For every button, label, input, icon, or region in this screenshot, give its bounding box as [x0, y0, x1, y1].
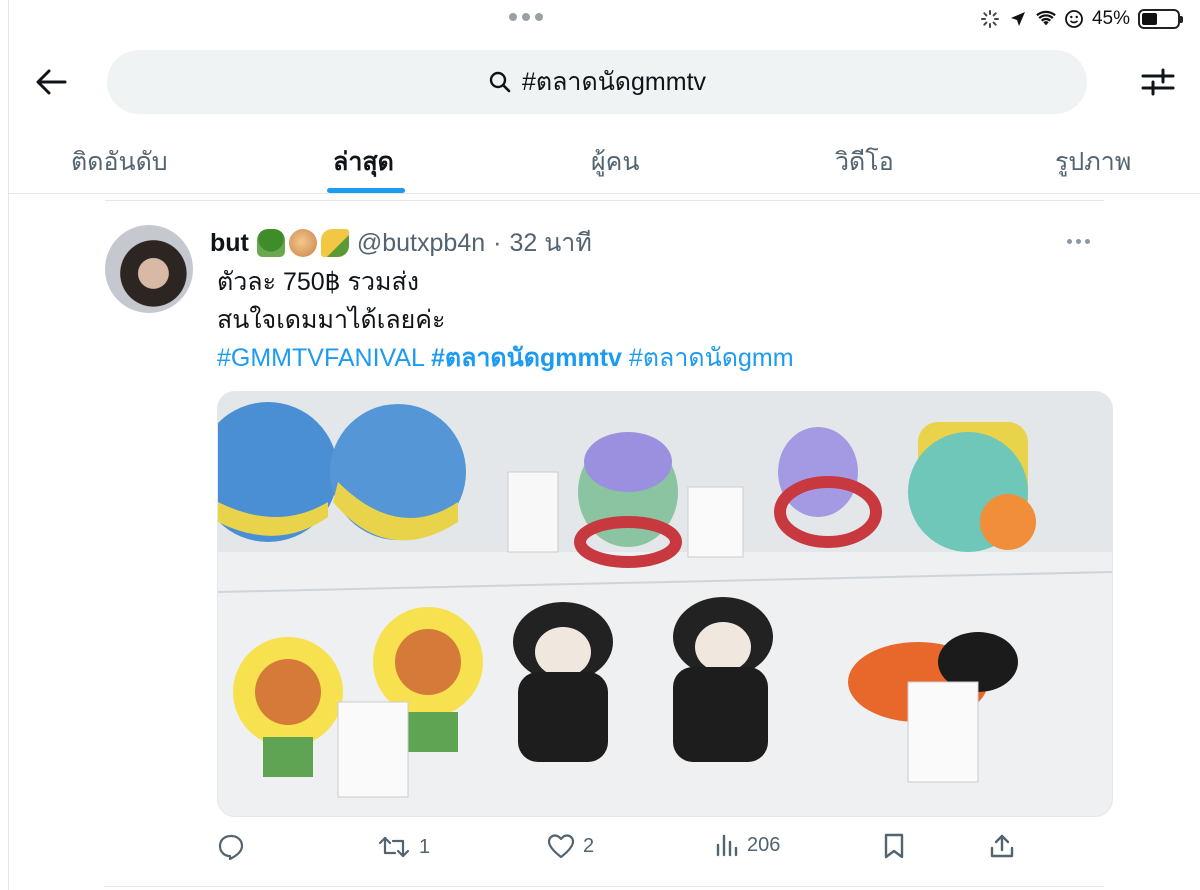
share-upload-icon — [990, 834, 1014, 858]
location-arrow-icon — [1008, 9, 1028, 29]
status-bar: 45% — [9, 0, 1200, 38]
reply-bubble-icon — [218, 834, 244, 861]
back-button[interactable] — [31, 64, 71, 100]
feed-divider — [105, 200, 1104, 201]
battery-icon — [1138, 9, 1183, 29]
wifi-icon — [1036, 9, 1056, 29]
multitasking-dots-icon[interactable] — [509, 13, 543, 21]
view-count: 206 — [747, 833, 781, 856]
bar-chart-icon — [716, 834, 738, 857]
name-emojis — [256, 229, 349, 257]
tab-videos[interactable]: วิดีโอ — [835, 142, 894, 182]
like-button[interactable]: 2 — [547, 833, 594, 859]
retweet-count: 1 — [419, 835, 431, 858]
separator-dot: · — [493, 228, 502, 257]
avatar[interactable] — [105, 225, 193, 313]
focus-smiley-icon — [1064, 9, 1084, 29]
broccoli-emoji-icon — [256, 229, 285, 257]
tweet[interactable]: but @butxpb4n · 32 นาที ตัวละ 750฿ รวมส่… — [105, 205, 1113, 885]
search-tabs: ติดอันดับ ล่าสุด ผู้คน วิดีโอ รูปภาพ — [9, 130, 1200, 194]
tweet-line-1: ตัวละ 750฿ รวมส่ง — [217, 268, 419, 296]
hashtag-line: #GMMTVFANIVAL #ตลาดนัดgmmtv #ตลาดนัดgmm — [217, 339, 794, 377]
tweet-time[interactable]: 32 นาที — [509, 223, 591, 263]
tweet-actions: 1 2 206 — [217, 833, 1097, 869]
reply-button[interactable] — [217, 833, 253, 861]
hashtag-link-highlighted[interactable]: #ตลาดนัดgmmtv — [431, 344, 622, 372]
more-options-button[interactable] — [1063, 231, 1093, 251]
bookmark-icon — [884, 833, 904, 859]
tweet-line-2: สนใจเดมมาได้เลยค่ะ — [217, 306, 446, 334]
plush-keychains-photo — [218, 392, 1112, 816]
arrow-left-icon — [36, 69, 67, 95]
share-button[interactable] — [989, 833, 1015, 859]
tweet-header: but @butxpb4n · 32 นาที — [210, 223, 592, 263]
search-query: #ตลาดนัดgmmtv — [521, 68, 707, 96]
search-bar[interactable]: #ตลาดนัดgmmtv — [107, 50, 1087, 114]
tab-latest[interactable]: ล่าสุด — [333, 142, 394, 182]
status-icons: 45% — [980, 8, 1183, 30]
corn-emoji-icon — [320, 229, 349, 257]
onion-emoji-icon — [288, 229, 317, 257]
tweet-bottom-divider — [105, 886, 1104, 887]
user-handle[interactable]: @butxpb4n — [357, 229, 485, 258]
sliders-icon — [1141, 68, 1175, 96]
retweet-button[interactable]: 1 — [377, 833, 430, 861]
tab-people[interactable]: ผู้คน — [591, 142, 639, 182]
search-settings-button[interactable] — [1138, 62, 1178, 102]
search-icon — [489, 71, 511, 93]
loading-spinner-icon — [980, 9, 1000, 29]
hashtag-link[interactable]: #GMMTVFANIVAL — [217, 344, 424, 372]
like-count: 2 — [583, 834, 595, 857]
active-tab-indicator — [327, 188, 405, 193]
tab-top[interactable]: ติดอันดับ — [71, 142, 168, 182]
search-header: #ตลาดนัดgmmtv — [9, 44, 1200, 116]
hashtag-link[interactable]: #ตลาดนัดgmm — [629, 344, 794, 372]
heart-icon — [547, 834, 575, 859]
tweet-photo[interactable] — [217, 391, 1113, 817]
tweet-body: ตัวละ 750฿ รวมส่ง สนใจเดมมาได้เลยค่ะ #GM… — [217, 263, 794, 377]
retweet-icon — [378, 836, 410, 858]
views-button[interactable]: 206 — [715, 833, 780, 857]
tab-photos[interactable]: รูปภาพ — [1055, 142, 1131, 182]
app-frame: 45% #ตลาดนัดgmmtv ติดอันดับ ล่าสุด ผู้คน… — [8, 0, 1200, 890]
display-name[interactable]: but — [210, 229, 249, 258]
battery-percent: 45% — [1091, 8, 1130, 29]
bookmark-button[interactable] — [883, 833, 905, 859]
